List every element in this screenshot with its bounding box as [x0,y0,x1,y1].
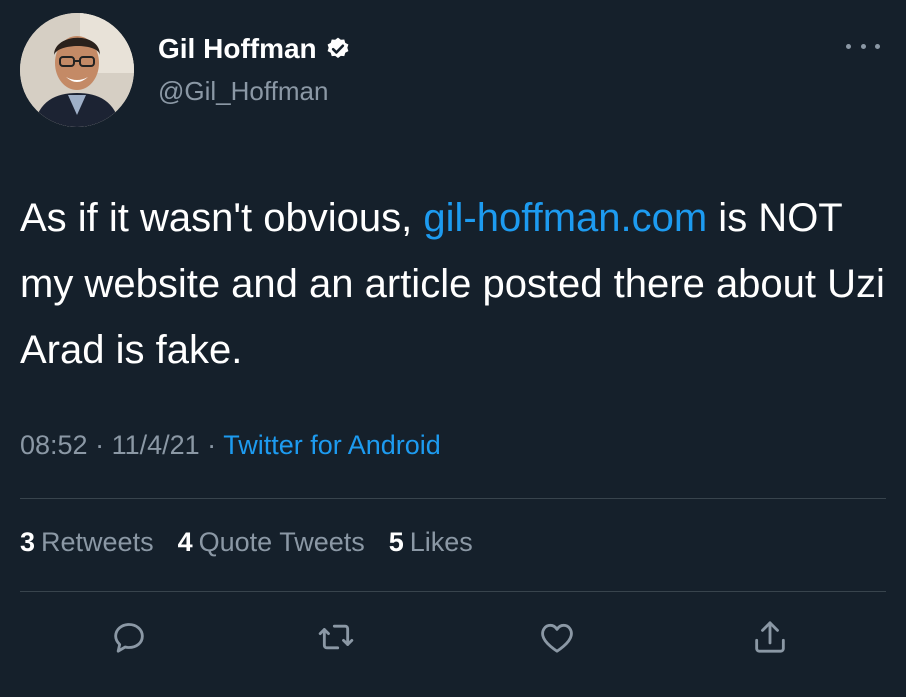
tweet-stats: 3 Retweets 4 Quote Tweets 5 Likes [20,527,473,558]
likes-label: Likes [409,527,473,557]
user-handle[interactable]: @Gil_Hoffman [158,76,328,107]
likes-stat[interactable]: 5 Likes [389,527,473,558]
display-name[interactable]: Gil Hoffman [158,33,317,65]
retweet-icon[interactable] [316,617,356,657]
divider [20,591,886,592]
author-name-row: Gil Hoffman [158,32,351,66]
tweet-actions [0,617,906,657]
quote-tweets-stat[interactable]: 4 Quote Tweets [178,527,365,558]
share-icon[interactable] [750,617,790,657]
more-icon[interactable] [846,36,880,56]
tweet-time[interactable]: 08:52 [20,430,88,460]
retweets-count: 3 [20,527,36,557]
tweet-text: As if it wasn't obvious, gil-hoffman.com… [20,185,890,383]
reply-icon[interactable] [109,617,149,657]
meta-separator: · [87,430,112,460]
verified-badge-icon [325,36,351,62]
retweets-label: Retweets [41,527,154,557]
tweet-link[interactable]: gil-hoffman.com [423,196,707,240]
meta-separator: · [199,430,224,460]
tweet-text-part: As if it wasn't obvious, [20,196,424,240]
avatar[interactable] [20,13,134,127]
quote-count: 4 [177,527,193,557]
tweet-source[interactable]: Twitter for Android [223,430,441,460]
tweet-date[interactable]: 11/4/21 [112,430,200,460]
retweets-stat[interactable]: 3 Retweets [20,527,154,558]
like-icon[interactable] [537,617,577,657]
likes-count: 5 [388,527,404,557]
tweet-meta: 08:52 · 11/4/21 · Twitter for Android [20,430,441,461]
quote-label: Quote Tweets [198,527,365,557]
divider [20,498,886,499]
